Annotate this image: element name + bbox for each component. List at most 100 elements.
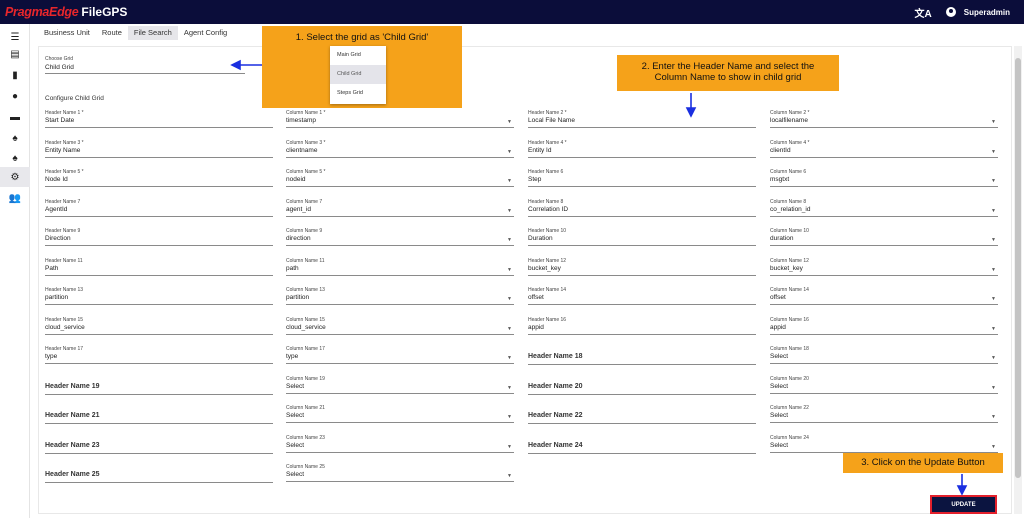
- header-name-value[interactable]: appid: [528, 324, 756, 335]
- header-name-placeholder[interactable]: Header Name 22: [528, 411, 756, 424]
- header-name-value[interactable]: Entity Id: [528, 147, 756, 158]
- header-name-placeholder[interactable]: Header Name 23: [45, 441, 273, 454]
- translate-icon[interactable]: 文A: [915, 5, 932, 20]
- chevron-down-icon[interactable]: ▼: [991, 355, 996, 361]
- header-name-value[interactable]: Node Id: [45, 176, 273, 187]
- header-name-value[interactable]: Start Date: [45, 117, 273, 128]
- column-name-field[interactable]: Column Name 6 msgtxt ▼: [770, 169, 998, 187]
- header-name-field[interactable]: Header Name 25: [45, 464, 273, 483]
- header-name-field[interactable]: Header Name 6 Step: [528, 169, 756, 187]
- column-name-field[interactable]: Column Name 3 * clientname ▼: [286, 140, 514, 158]
- header-name-field[interactable]: Header Name 8 Correlation ID: [528, 199, 756, 217]
- header-name-value[interactable]: Duration: [528, 235, 756, 246]
- header-name-field[interactable]: Header Name 24: [528, 435, 756, 454]
- header-name-field[interactable]: Header Name 17 type: [45, 346, 273, 364]
- chevron-down-icon[interactable]: ▼: [507, 414, 512, 420]
- chevron-down-icon[interactable]: ▼: [507, 178, 512, 184]
- column-name-value[interactable]: nodeid: [286, 176, 514, 187]
- column-name-field[interactable]: Column Name 20 Select ▼: [770, 376, 998, 394]
- column-name-value[interactable]: clientname: [286, 147, 514, 158]
- column-name-field[interactable]: Column Name 24 Select ▼: [770, 435, 998, 453]
- header-name-value[interactable]: Path: [45, 265, 273, 276]
- column-name-value[interactable]: agent_id: [286, 206, 514, 217]
- chevron-down-icon[interactable]: ▼: [991, 267, 996, 273]
- header-name-placeholder[interactable]: Header Name 25: [45, 470, 273, 483]
- header-name-field[interactable]: Header Name 22: [528, 405, 756, 424]
- column-name-field[interactable]: Column Name 19 Select ▼: [286, 376, 514, 394]
- choose-grid-select[interactable]: Choose Grid Child Grid: [45, 56, 245, 74]
- column-name-value[interactable]: msgtxt: [770, 176, 998, 187]
- column-name-field[interactable]: Column Name 7 agent_id ▼: [286, 199, 514, 217]
- column-name-field[interactable]: Column Name 9 direction ▼: [286, 228, 514, 246]
- header-name-field[interactable]: Header Name 1 * Start Date: [45, 110, 273, 128]
- header-name-field[interactable]: Header Name 9 Direction: [45, 228, 273, 246]
- column-name-value[interactable]: appid: [770, 324, 998, 335]
- username-label[interactable]: Superadmin: [964, 8, 1010, 17]
- column-name-field[interactable]: Column Name 2 * localfilename ▼: [770, 110, 998, 128]
- column-name-field[interactable]: Column Name 5 * nodeid ▼: [286, 169, 514, 187]
- grid-option-main[interactable]: Main Grid: [330, 46, 386, 65]
- files-icon[interactable]: ▤: [0, 44, 30, 64]
- column-name-value[interactable]: Select: [286, 471, 514, 482]
- header-name-placeholder[interactable]: Header Name 18: [528, 352, 756, 365]
- column-name-field[interactable]: Column Name 21 Select ▼: [286, 405, 514, 423]
- header-name-value[interactable]: partition: [45, 294, 273, 305]
- chevron-down-icon[interactable]: ▼: [507, 119, 512, 125]
- header-name-field[interactable]: Header Name 14 offset: [528, 287, 756, 305]
- chevron-down-icon[interactable]: ▼: [507, 355, 512, 361]
- column-name-value[interactable]: localfilename: [770, 117, 998, 128]
- user-circle-icon[interactable]: [945, 7, 956, 17]
- column-name-value[interactable]: partition: [286, 294, 514, 305]
- column-name-field[interactable]: Column Name 10 duration ▼: [770, 228, 998, 246]
- column-name-field[interactable]: Column Name 17 type ▼: [286, 346, 514, 364]
- header-name-field[interactable]: Header Name 10 Duration: [528, 228, 756, 246]
- group-icon[interactable]: 👥: [0, 188, 30, 208]
- header-name-field[interactable]: Header Name 13 partition: [45, 287, 273, 305]
- column-name-field[interactable]: Column Name 16 appid ▼: [770, 317, 998, 335]
- chevron-down-icon[interactable]: ▼: [507, 237, 512, 243]
- report-icon[interactable]: ▬: [0, 107, 30, 127]
- header-name-placeholder[interactable]: Header Name 24: [528, 441, 756, 454]
- column-name-field[interactable]: Column Name 4 * clientId ▼: [770, 140, 998, 158]
- header-name-value[interactable]: type: [45, 353, 273, 364]
- chevron-down-icon[interactable]: ▼: [991, 178, 996, 184]
- chevron-down-icon[interactable]: ▼: [507, 385, 512, 391]
- column-name-field[interactable]: Column Name 13 partition ▼: [286, 287, 514, 305]
- column-name-value[interactable]: type: [286, 353, 514, 364]
- header-name-value[interactable]: bucket_key: [528, 265, 756, 276]
- column-name-value[interactable]: offset: [770, 294, 998, 305]
- chevron-down-icon[interactable]: ▼: [507, 296, 512, 302]
- choose-grid-value[interactable]: Child Grid: [45, 64, 245, 74]
- column-name-field[interactable]: Column Name 22 Select ▼: [770, 405, 998, 423]
- header-name-field[interactable]: Header Name 5 * Node Id: [45, 169, 273, 187]
- chevron-down-icon[interactable]: ▼: [991, 237, 996, 243]
- column-name-field[interactable]: Column Name 18 Select ▼: [770, 346, 998, 364]
- header-name-field[interactable]: Header Name 2 * Local File Name: [528, 110, 756, 128]
- tab-file-search[interactable]: File Search: [127, 26, 178, 40]
- column-name-value[interactable]: Select: [286, 412, 514, 423]
- header-name-value[interactable]: Correlation ID: [528, 206, 756, 217]
- chevron-down-icon[interactable]: ▼: [991, 444, 996, 450]
- chevron-down-icon[interactable]: ▼: [991, 119, 996, 125]
- header-name-field[interactable]: Header Name 18: [528, 346, 756, 365]
- column-name-value[interactable]: co_relation_id: [770, 206, 998, 217]
- header-name-value[interactable]: offset: [528, 294, 756, 305]
- header-name-field[interactable]: Header Name 4 * Entity Id: [528, 140, 756, 158]
- chevron-down-icon[interactable]: ▼: [507, 267, 512, 273]
- header-name-field[interactable]: Header Name 11 Path: [45, 258, 273, 276]
- header-name-field[interactable]: Header Name 16 appid: [528, 317, 756, 335]
- chevron-down-icon[interactable]: ▼: [507, 208, 512, 214]
- header-name-placeholder[interactable]: Header Name 20: [528, 382, 756, 395]
- tab-route[interactable]: Route: [96, 26, 128, 40]
- header-name-field[interactable]: Header Name 20: [528, 376, 756, 395]
- bar-chart-icon[interactable]: ▮: [0, 65, 30, 85]
- chevron-down-icon[interactable]: ▼: [507, 473, 512, 479]
- tab-business-unit[interactable]: Business Unit: [38, 26, 96, 40]
- header-name-field[interactable]: Header Name 7 AgentId: [45, 199, 273, 217]
- header-name-field[interactable]: Header Name 19: [45, 376, 273, 395]
- column-name-value[interactable]: cloud_service: [286, 324, 514, 335]
- header-name-value[interactable]: AgentId: [45, 206, 273, 217]
- column-name-value[interactable]: Select: [286, 383, 514, 394]
- column-name-value[interactable]: path: [286, 265, 514, 276]
- column-name-value[interactable]: Select: [770, 383, 998, 394]
